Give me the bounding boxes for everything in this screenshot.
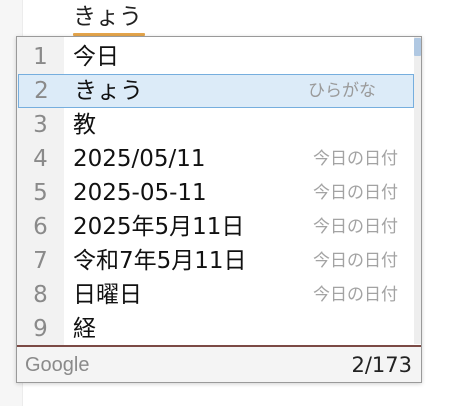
scrollbar-thumb[interactable] [414, 38, 421, 56]
candidate-description: ひらがな [308, 81, 376, 101]
candidate-item-1[interactable]: 1 今日 [17, 40, 414, 74]
candidate-number: 6 [33, 214, 48, 240]
candidate-number: 7 [33, 248, 48, 274]
candidate-text: 令和7年5月11日 [73, 248, 247, 274]
candidate-description: 今日の日付 [313, 217, 398, 237]
candidate-list: 1 今日 2 きょう ひらがな 3 教 4 2025/05/11 今日の日付 5 [17, 40, 414, 346]
candidate-description: 今日の日付 [313, 285, 398, 305]
candidate-text: 日曜日 [73, 282, 142, 308]
candidate-item-9[interactable]: 9 経 [17, 312, 414, 346]
candidate-text: 教 [73, 112, 96, 138]
candidate-number: 5 [33, 180, 48, 206]
candidate-text: きょう [74, 78, 143, 104]
candidate-description: 今日の日付 [313, 251, 398, 271]
google-brand-label: Google [25, 354, 90, 376]
candidate-number: 3 [33, 112, 48, 138]
candidate-text: 今日 [73, 44, 119, 70]
candidate-window: 1 今日 2 きょう ひらがな 3 教 4 2025/05/11 今日の日付 5 [16, 36, 422, 383]
candidate-text: 2025-05-11 [73, 180, 207, 206]
candidate-text: 経 [73, 316, 96, 342]
candidate-position-count: 2/173 [351, 353, 412, 377]
scrollbar-track[interactable] [414, 37, 421, 344]
candidate-number: 9 [33, 316, 48, 342]
candidate-text: 2025年5月11日 [73, 214, 245, 240]
candidate-description: 今日の日付 [313, 183, 398, 203]
candidate-number: 1 [33, 44, 48, 70]
candidate-item-6[interactable]: 6 2025年5月11日 今日の日付 [17, 210, 414, 244]
candidate-number: 4 [33, 146, 48, 172]
candidate-number: 8 [33, 282, 48, 308]
ime-screen: きょう 1 今日 2 きょう ひらがな 3 教 4 2025/05/11 今日の… [0, 0, 464, 406]
candidate-description: 今日の日付 [313, 149, 398, 169]
composition-text[interactable]: きょう [73, 2, 145, 36]
candidate-item-5[interactable]: 5 2025-05-11 今日の日付 [17, 176, 414, 210]
candidate-item-8[interactable]: 8 日曜日 今日の日付 [17, 278, 414, 312]
candidate-item-7[interactable]: 7 令和7年5月11日 今日の日付 [17, 244, 414, 278]
candidate-footer: Google 2/173 [17, 345, 421, 382]
composition-label: きょう [73, 4, 142, 30]
candidate-number: 2 [34, 78, 49, 104]
candidate-item-3[interactable]: 3 教 [17, 108, 414, 142]
candidate-text: 2025/05/11 [73, 146, 206, 172]
candidate-item-4[interactable]: 4 2025/05/11 今日の日付 [17, 142, 414, 176]
candidate-item-2-selected[interactable]: 2 きょう ひらがな [18, 74, 414, 108]
